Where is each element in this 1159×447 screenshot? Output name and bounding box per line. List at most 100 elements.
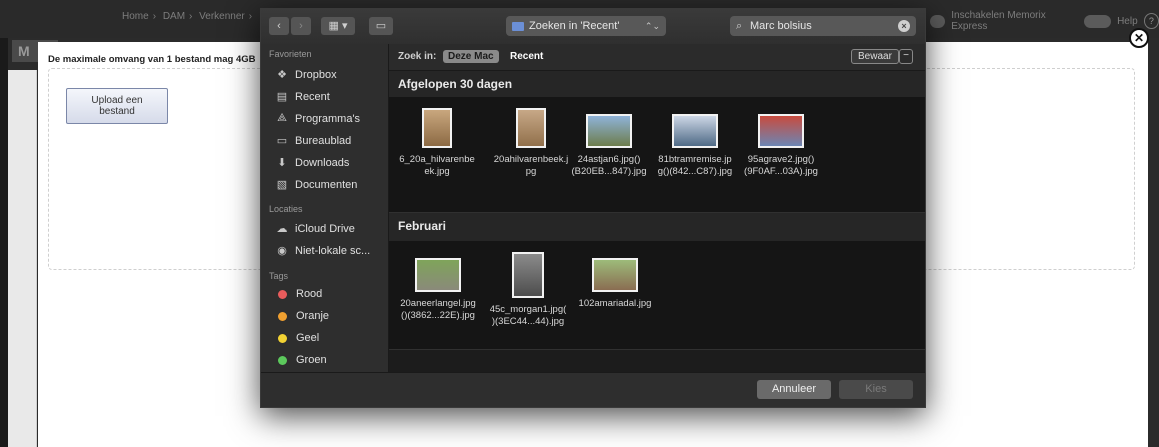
image-thumbnail — [586, 114, 632, 148]
sidebar-item-label: Dropbox — [295, 68, 337, 81]
search-query: Marc bolsius — [750, 20, 812, 32]
documents-icon: ▧ — [276, 179, 288, 191]
folder-icon: ▭ — [375, 20, 387, 32]
sidebar-item-label: Niet-lokale sc... — [295, 244, 371, 257]
sidebar-item-tag-yellow[interactable]: Geel — [275, 332, 319, 344]
image-thumbnail — [758, 114, 804, 148]
breadcrumb-verkenner[interactable]: Verkenner — [199, 11, 245, 22]
cloud-icon: ☁ — [276, 223, 288, 235]
desktop-icon: ▭ — [276, 135, 288, 147]
top-right-controls: Inschakelen Memorix Express Help ? — [930, 10, 1159, 32]
breadcrumb: Home › DAM › Verkenner › — [122, 11, 253, 22]
breadcrumb-dam[interactable]: DAM — [163, 11, 185, 22]
forward-button[interactable]: › — [291, 17, 311, 35]
sidebar-item-tag-orange[interactable]: Oranje — [275, 310, 329, 322]
dialog-button-bar: Annuleer Kies — [261, 372, 925, 407]
image-thumbnail — [415, 258, 461, 292]
back-button[interactable]: ‹ — [269, 17, 289, 35]
image-thumbnail — [672, 114, 718, 148]
chevron-left-icon: ‹ — [277, 20, 281, 32]
file-item[interactable]: 20aneerlangel.jpg ()(3862...22E).jpg — [392, 258, 484, 322]
tags-header: Tags — [269, 271, 289, 281]
file-item[interactable]: 95agrave2.jpg() (9F0AF...03A).jpg — [735, 114, 827, 178]
file-item[interactable]: 45c_morgan1.jpg( )(3EC44...44).jpg — [482, 252, 574, 328]
sidebar-item-label: Oranje — [296, 310, 330, 322]
search-icon: ⌕ — [736, 20, 743, 32]
file-name: 20aneerlangel.jpg ()(3862...22E).jpg — [400, 298, 476, 321]
choose-button[interactable]: Kies — [839, 380, 913, 399]
file-item[interactable]: 102amariadal.jpg — [569, 258, 661, 310]
disc-icon: ◉ — [277, 245, 287, 257]
section-title: Februari — [398, 219, 447, 233]
cancel-button[interactable]: Annuleer — [757, 380, 831, 399]
sidebar-item-downloads[interactable]: ⬇ Downloads — [275, 156, 350, 170]
chevron-right-icon: › — [299, 20, 303, 32]
upload-file-button[interactable]: Upload een bestand — [66, 88, 168, 124]
search-scope-bar: Zoek in: Deze Mac Recent Bewaar − — [389, 44, 925, 71]
file-item[interactable]: 81btramremise.jp g()(842...C87).jpg — [649, 114, 741, 178]
section-title: Afgelopen 30 dagen — [398, 77, 513, 91]
sidebar-item-label: Bureaublad — [295, 134, 352, 147]
save-search-button[interactable]: Bewaar — [851, 49, 899, 64]
sidebar-item-label: Programma's — [295, 112, 361, 125]
dialog-toolbar: ‹ › ▦ ▾ ▭ Zoeken in 'Recent' ⌃⌄ ⌕ Marc b… — [261, 9, 925, 45]
scope-recent-button[interactable]: Recent — [510, 51, 543, 62]
tag-dot-icon — [278, 289, 287, 299]
express-toggle-label: Inschakelen Memorix Express — [951, 10, 1046, 32]
dialog-sidebar: Favorieten ❖ Dropbox ▤ Recent ⟁ Programma's… — [261, 44, 389, 372]
file-grid-empty — [389, 350, 925, 372]
applications-icon: ⟁ — [277, 112, 287, 124]
express-toggle-switch[interactable] — [1084, 14, 1112, 28]
file-item[interactable]: 6_20a_hilvarenbe ek.jpg — [391, 108, 483, 178]
help-icon[interactable]: ? — [1143, 13, 1159, 29]
help-label[interactable]: Help — [1117, 16, 1138, 27]
search-input[interactable]: ⌕ Marc bolsius × — [730, 16, 916, 36]
search-in-label: Zoek in: — [398, 51, 437, 62]
search-scope-label: Zoeken in 'Recent' — [529, 20, 620, 32]
sidebar-item-desktop[interactable]: ▭ Bureaublad — [275, 134, 352, 148]
clear-search-icon[interactable]: × — [898, 20, 910, 32]
search-scope-select[interactable]: Zoeken in 'Recent' ⌃⌄ — [506, 16, 666, 36]
sidebar-item-recent[interactable]: ▤ Recent — [275, 90, 330, 104]
toggle-switch[interactable] — [930, 14, 946, 28]
sidebar-item-label: Downloads — [295, 156, 350, 169]
sidebar-item-label: Geel — [296, 332, 320, 344]
file-browser: Zoek in: Deze Mac Recent Bewaar − Afgelo… — [389, 44, 925, 372]
grid-view-icon: ▦ ▾ — [328, 20, 348, 32]
locations-header: Locaties — [269, 204, 303, 214]
breadcrumb-home[interactable]: Home — [122, 11, 149, 22]
remove-criteria-button[interactable]: − — [899, 49, 913, 64]
recent-icon: ▤ — [276, 91, 288, 103]
max-file-size-notice: De maximale omvang van 1 bestand mag 4GB — [48, 54, 256, 65]
sidebar-item-documents[interactable]: ▧ Documenten — [275, 178, 358, 192]
dropbox-icon: ❖ — [277, 69, 287, 81]
sidebar-item-tag-green[interactable]: Groen — [275, 354, 327, 366]
image-thumbnail — [516, 108, 546, 148]
upload-button-line2: bestand — [99, 106, 135, 117]
sidebar-item-applications[interactable]: ⟁ Programma's — [275, 112, 360, 125]
file-item[interactable]: 24astjan6.jpg() (B20EB...847).jpg — [563, 114, 655, 178]
file-name: 24astjan6.jpg() (B20EB...847).jpg — [571, 154, 647, 177]
sidebar-item-dropbox[interactable]: ❖ Dropbox — [275, 68, 337, 82]
downloads-icon: ⬇ — [277, 157, 287, 169]
sidebar-item-icloud[interactable]: ☁ iCloud Drive — [275, 222, 355, 236]
sidebar-item-label: Recent — [295, 90, 330, 103]
image-thumbnail — [592, 258, 638, 292]
sidebar-item-label: Rood — [296, 288, 323, 300]
file-name: 45c_morgan1.jpg( )(3EC44...44).jpg — [489, 304, 567, 327]
tag-dot-icon — [278, 333, 287, 343]
new-folder-button[interactable]: ▭ — [369, 17, 393, 35]
chevron-updown-icon: ⌃⌄ — [644, 21, 660, 31]
file-name: 6_20a_hilvarenbe ek.jpg — [399, 154, 475, 177]
file-name: 95agrave2.jpg() (9F0AF...03A).jpg — [744, 154, 818, 177]
sidebar-item-remote-disc[interactable]: ◉ Niet-lokale sc... — [275, 244, 371, 258]
view-mode-button[interactable]: ▦ ▾ — [321, 17, 355, 35]
favorites-header: Favorieten — [269, 49, 312, 59]
file-name: 102amariadal.jpg — [578, 298, 652, 309]
sidebar-item-tag-red[interactable]: Rood — [275, 288, 322, 300]
sidebar-item-label: iCloud Drive — [295, 222, 355, 235]
scope-this-mac-button[interactable]: Deze Mac — [443, 50, 499, 63]
folder-icon — [512, 21, 524, 31]
close-circle-icon[interactable]: ✕ — [1129, 28, 1149, 48]
sidebar-item-label: Groen — [296, 354, 327, 366]
